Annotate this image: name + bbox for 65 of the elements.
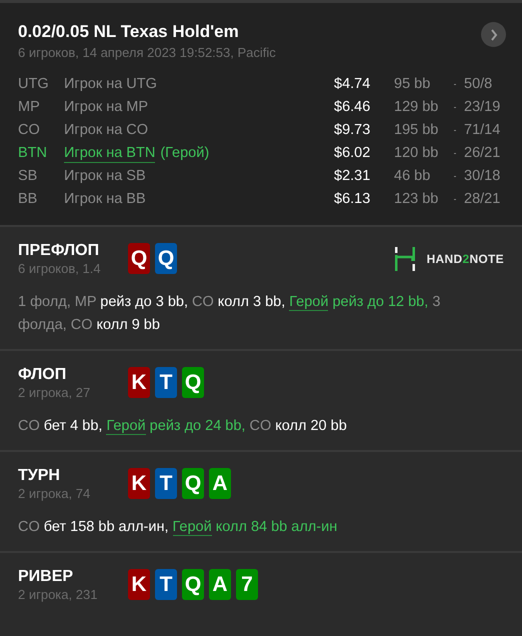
player-name: Игрок на SB xyxy=(64,166,146,186)
playing-card: A xyxy=(209,569,231,600)
position-label: MP xyxy=(18,98,41,117)
player-name: Игрок на CO xyxy=(64,120,148,140)
playing-card: K xyxy=(128,468,150,499)
hand-title: 0.02/0.05 NL Texas Hold'em xyxy=(18,21,240,43)
player-stats: 26/21 xyxy=(464,144,500,163)
stack-amount: $2.31 xyxy=(334,166,372,186)
stack-bb: 120 bb xyxy=(394,144,440,163)
street-title: ФЛОП xyxy=(18,365,68,384)
stack-bb: 123 bb xyxy=(394,190,440,209)
stack-amount: $4.74 xyxy=(334,74,372,94)
playing-card: 7 xyxy=(236,569,258,600)
street-title: РИВЕР xyxy=(18,567,74,586)
playing-card: Q xyxy=(182,468,204,499)
action-summary: 1 фолд, MP рейз до 3 bb, CO колл 3 bb, Герой рейз до 12 bb, 3 фолда, CO колл 9 bb xyxy=(18,293,442,335)
player-stats: 23/19 xyxy=(464,98,500,117)
playing-card: Q xyxy=(155,243,177,274)
hero-link[interactable]: Герой xyxy=(289,294,328,311)
player-name: Игрок на UTG xyxy=(64,74,157,94)
stack-amount: $6.02 xyxy=(334,144,372,163)
playing-card: T xyxy=(155,367,177,398)
hero-link[interactable]: Герой xyxy=(172,519,212,536)
street-title: ПРЕФЛОП xyxy=(18,241,100,260)
logo-icon xyxy=(394,247,415,271)
action-summary: CO бет 158 bb алл-ин, Герой колл 84 bb алл-ин xyxy=(18,518,338,538)
position-label: BTN xyxy=(18,144,48,163)
street-info: 2 игрока, 27 xyxy=(18,384,92,401)
position-label: BB xyxy=(18,190,38,209)
playing-card: Q xyxy=(182,569,204,600)
playing-card: Q xyxy=(128,243,150,274)
playing-card: T xyxy=(155,569,177,600)
player-stats: 71/14 xyxy=(464,120,500,140)
street-info: 2 игрока, 231 xyxy=(18,586,98,603)
playing-card: K xyxy=(128,367,150,398)
street-title: ТУРН xyxy=(18,466,61,485)
street-info: 6 игроков, 1.4 xyxy=(18,260,102,277)
street-info: 2 игрока, 74 xyxy=(18,485,92,502)
hero-link[interactable]: Герой xyxy=(106,418,146,435)
playing-card: T xyxy=(155,468,177,499)
hand-subtitle: 6 игроков, 14 апреля 2023 19:52:53, Pacific xyxy=(18,44,276,62)
stack-amount: $9.73 xyxy=(334,120,372,140)
player-name: Игрок на MP xyxy=(64,98,148,117)
hero-tag: (Герой) xyxy=(160,142,210,164)
action-summary: CO бет 4 bb, Герой рейз до 24 bb, CO колл 20 bb xyxy=(18,417,348,437)
player-stats: 50/8 xyxy=(464,74,492,94)
player-stats: 30/18 xyxy=(464,166,500,186)
stack-amount: $6.13 xyxy=(334,190,372,209)
player-name: Игрок на BB xyxy=(64,190,146,209)
stack-bb: 95 bb xyxy=(394,74,432,94)
playing-card: A xyxy=(209,468,231,499)
stack-amount: $6.46 xyxy=(334,98,372,117)
player-name[interactable]: Игрок на BTN xyxy=(64,144,156,163)
playing-card: Q xyxy=(182,367,204,398)
position-label: CO xyxy=(18,120,41,140)
stack-bb: 129 bb xyxy=(394,98,440,117)
stack-bb: 195 bb xyxy=(394,120,440,140)
position-label: UTG xyxy=(18,74,50,94)
position-label: SB xyxy=(18,166,38,186)
player-stats: 28/21 xyxy=(464,190,500,209)
stack-bb: 46 bb xyxy=(394,166,432,186)
logo-text: HAND2NOTE xyxy=(426,251,504,268)
playing-card: K xyxy=(128,569,150,600)
chevron-right-icon xyxy=(490,28,498,40)
next-button[interactable] xyxy=(481,22,506,47)
